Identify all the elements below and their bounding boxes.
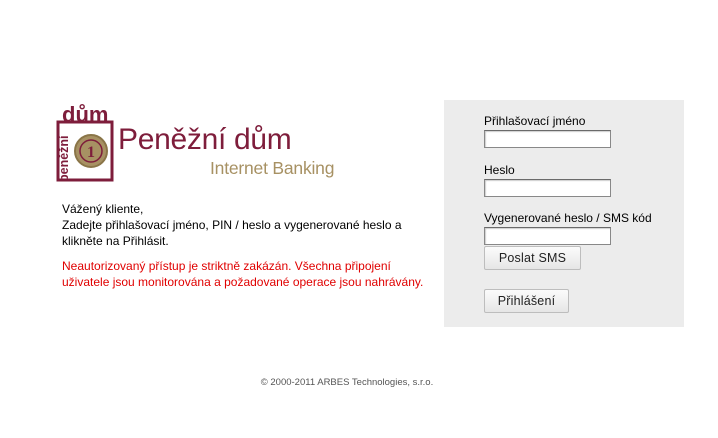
otp-input[interactable] <box>484 227 611 245</box>
warning-line-1: Neautorizovaný přístup je striktně zakáz… <box>62 259 391 273</box>
username-label: Přihlašovací jméno <box>484 114 586 128</box>
intro-line-2: klikněte na Přihlásit. <box>62 234 169 248</box>
password-label: Heslo <box>484 163 515 177</box>
logo-coin-text: 1 <box>87 144 95 161</box>
login-panel: Přihlašovací jméno Heslo Vygenerované he… <box>444 100 684 327</box>
otp-label: Vygenerované heslo / SMS kód <box>484 211 652 225</box>
logo-text-top: dům <box>62 102 108 127</box>
logo-text-side: peněžní <box>57 135 71 182</box>
brand-name: Peněžní dům <box>118 123 292 156</box>
intro-line-1: Zadejte přihlašovací jméno, PIN / heslo … <box>62 218 402 232</box>
warning-text: Neautorizovaný přístup je striktně zakáz… <box>62 258 424 290</box>
intro-text: Vážený kliente, Zadejte přihlašovací jmé… <box>62 201 412 249</box>
send-sms-button[interactable]: Poslat SMS <box>484 246 581 270</box>
username-input[interactable] <box>484 130 611 148</box>
footer-copyright: © 2000-2011 ARBES Technologies, s.r.o. <box>260 377 434 388</box>
login-button[interactable]: Přihlášení <box>484 289 569 313</box>
brand-tagline: Internet Banking <box>210 158 335 178</box>
password-input[interactable] <box>484 179 611 197</box>
warning-line-2: uživatele jsou monitorována a požadované… <box>62 275 424 289</box>
logo-mark-icon: dům peněžní 1 <box>56 102 114 182</box>
intro-greeting: Vážený kliente, <box>62 202 144 216</box>
brand-logo: dům peněžní 1 Peněžní dům Internet Banki… <box>48 100 348 184</box>
